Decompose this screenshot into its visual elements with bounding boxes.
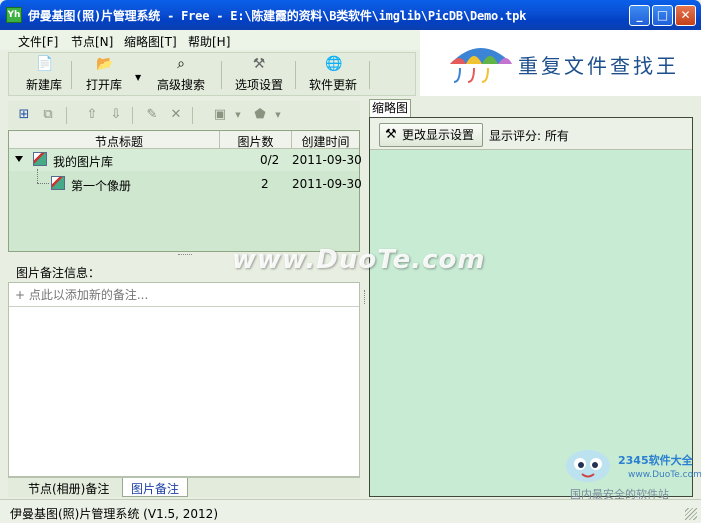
bottom-tab-bar: 节点(相册)备注 图片备注 <box>8 477 360 497</box>
change-display-settings-button[interactable]: ⚒ 更改显示设置 <box>379 123 483 147</box>
open-folder-icon: 📂 <box>96 56 114 72</box>
status-bar: 伊曼基图(照)片管理系统 (V1.5, 2012) <box>0 499 701 523</box>
menu-file[interactable]: 文件[F] <box>18 33 58 50</box>
vertical-splitter[interactable] <box>364 290 367 304</box>
row-title: 第一个像册 <box>71 179 132 193</box>
watermark: www.DuoTe.com <box>232 245 486 275</box>
open-library-label: 打开库 <box>85 78 122 92</box>
window-title: 伊曼基图(照)片管理系统 - Free - E:\陈建霞的资料\B类软件\img… <box>28 9 527 23</box>
menu-help[interactable]: 帮助[H] <box>188 33 230 50</box>
binoculars-icon: ⌕ <box>177 56 185 72</box>
toolbar-separator <box>132 107 133 124</box>
new-library-button[interactable]: 📄 新建库 <box>21 56 67 94</box>
toolbar-separator <box>369 61 370 89</box>
mascot-icon <box>566 450 610 482</box>
notes-label: 图片备注信息： <box>16 266 101 280</box>
advanced-search-label: 高级搜索 <box>156 78 205 92</box>
row-count: 2 <box>261 177 269 191</box>
resize-grip-icon[interactable] <box>685 508 697 520</box>
tag-icon[interactable]: ⬟ <box>252 107 268 123</box>
image-dropdown-icon[interactable]: ▼ <box>230 107 246 123</box>
menu-thumbnail[interactable]: 缩略图[T] <box>124 33 177 50</box>
tree-row[interactable]: 我的图片库 0/2 2011-09-30 <box>9 149 362 171</box>
hammer-icon: ⚒ <box>385 127 397 142</box>
node-tree[interactable]: 节点标题 图片数 创建时间 我的图片库 0/2 2011-09-30 第一个像册… <box>8 130 362 252</box>
status-text: 伊曼基图(照)片管理系统 (V1.5, 2012) <box>10 507 219 521</box>
thumbnail-panel[interactable]: ⚒ 更改显示设置 显示评分: 所有 <box>369 117 693 497</box>
tab-image-notes[interactable]: 图片备注 <box>122 478 189 497</box>
software-update-label: 软件更新 <box>308 78 357 92</box>
horizontal-splitter[interactable] <box>178 254 192 257</box>
close-button[interactable]: ✕ <box>675 5 696 26</box>
options-label: 选项设置 <box>234 78 283 92</box>
new-file-icon: 📄 <box>36 56 54 72</box>
tab-node-notes[interactable]: 节点(相册)备注 <box>20 478 117 497</box>
banner-text: 重复文件查找王 <box>518 54 679 78</box>
add-note-input[interactable] <box>9 283 359 307</box>
title-bar: Yh 伊曼基图(照)片管理系统 - Free - E:\陈建霞的资料\B类软件\… <box>0 0 701 30</box>
umbrella-logo-icon <box>450 48 512 83</box>
expand-arrow-icon[interactable] <box>15 156 23 162</box>
new-library-label: 新建库 <box>25 78 62 92</box>
column-title[interactable]: 节点标题 <box>59 133 179 150</box>
tab-thumbnails[interactable]: 缩略图 <box>369 99 411 117</box>
logo-url: www.DuoTe.com <box>628 470 701 480</box>
row-date: 2011-09-30 <box>292 177 362 191</box>
globe-icon: 🌐 <box>325 56 343 72</box>
rating-label: 显示评分: <box>489 129 542 143</box>
row-date: 2011-09-30 <box>292 153 362 167</box>
logo-text: 2345软件大全 <box>618 454 693 467</box>
open-library-button[interactable]: 📂 打开库 <box>79 56 129 94</box>
minimize-button[interactable]: _ <box>629 5 650 26</box>
toolbar-separator <box>66 107 67 124</box>
tree-collapse-icon[interactable]: ⧉ <box>40 107 56 123</box>
row-count: 0/2 <box>260 153 280 167</box>
tag-dropdown-icon[interactable]: ▼ <box>270 107 286 123</box>
tree-toolbar: ⊞ ⧉ ⇧ ⇩ ✎ ✕ ▣ ▼ ⬟ ▼ <box>8 101 360 129</box>
main-toolbar: 📄 新建库 📂 打开库 ▼ ⌕ 高级搜索 ⚒ 选项设置 🌐 软件更新 <box>8 52 416 96</box>
column-date[interactable]: 创建时间 <box>292 133 359 150</box>
column-count[interactable]: 图片数 <box>220 133 291 150</box>
rating-value: 所有 <box>544 129 569 143</box>
toolbar-separator <box>71 61 72 89</box>
site-logo: 2345软件大全 www.DuoTe.com 国内最安全的软件站 <box>562 442 701 502</box>
tree-row[interactable]: 第一个像册 2 2011-09-30 <box>9 169 362 195</box>
menu-node[interactable]: 节点[N] <box>71 33 113 50</box>
advanced-search-button[interactable]: ⌕ 高级搜索 <box>151 56 211 94</box>
toolbar-separator <box>295 61 296 89</box>
album-icon <box>51 176 65 190</box>
toolbar-separator <box>221 61 222 89</box>
row-title: 我的图片库 <box>53 155 114 169</box>
tree-connector <box>37 169 38 183</box>
tree-connector <box>37 183 49 184</box>
move-down-icon[interactable]: ⇩ <box>108 107 124 123</box>
tree-view-icon[interactable]: ⊞ <box>16 107 32 123</box>
edit-icon[interactable]: ✎ <box>144 107 160 123</box>
delete-icon[interactable]: ✕ <box>168 107 184 123</box>
move-up-icon[interactable]: ⇧ <box>84 107 100 123</box>
menu-bar: 文件[F] 节点[N] 缩略图[T] 帮助[H] <box>0 30 420 50</box>
banner: 重复文件查找王 <box>420 30 701 96</box>
tree-header: 节点标题 图片数 创建时间 <box>9 131 359 149</box>
options-button[interactable]: ⚒ 选项设置 <box>231 56 287 94</box>
thumbnail-toolbar: ⚒ 更改显示设置 显示评分: 所有 <box>370 118 692 150</box>
open-dropdown-icon[interactable]: ▼ <box>135 73 141 82</box>
notes-area[interactable] <box>8 282 360 477</box>
toolbar-separator <box>192 107 193 124</box>
change-display-settings-label: 更改显示设置 <box>402 128 475 142</box>
rating-filter[interactable]: 显示评分: 所有 <box>489 127 569 144</box>
software-update-button[interactable]: 🌐 软件更新 <box>305 56 361 94</box>
picture-library-icon <box>33 152 47 166</box>
app-icon[interactable]: Yh <box>6 7 22 23</box>
hammer-icon: ⚒ <box>252 56 266 72</box>
image-icon[interactable]: ▣ <box>212 107 228 123</box>
maximize-button[interactable]: □ <box>652 5 673 26</box>
